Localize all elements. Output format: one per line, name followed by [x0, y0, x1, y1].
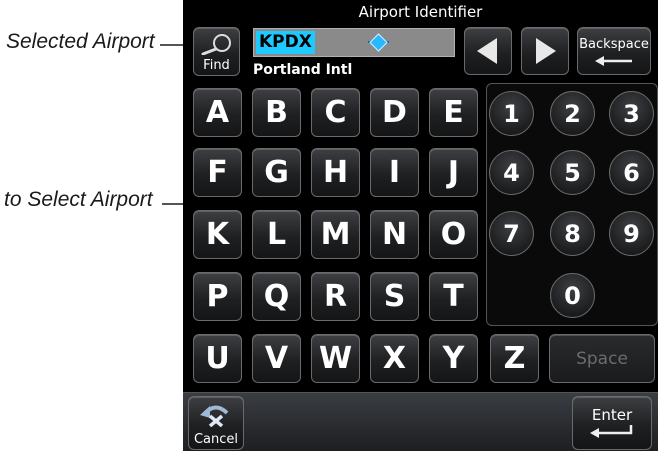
key-w[interactable]: W — [311, 334, 360, 383]
key-n[interactable]: N — [370, 210, 419, 259]
key-p[interactable]: P — [193, 272, 242, 321]
key-e[interactable]: E — [429, 88, 478, 137]
key-l[interactable]: L — [252, 210, 301, 259]
key-k[interactable]: K — [193, 210, 242, 259]
key-7[interactable]: 7 — [489, 211, 534, 256]
page-title: Airport Identifier — [358, 3, 483, 21]
backspace-arrow-icon — [595, 56, 632, 66]
callout-select-airport: to Select Airport — [4, 188, 153, 211]
key-9[interactable]: 9 — [609, 211, 654, 256]
enter-button[interactable]: Enter — [572, 396, 652, 450]
key-a[interactable]: A — [193, 88, 242, 137]
key-x[interactable]: X — [370, 334, 419, 383]
backspace-label: Backspace — [579, 37, 649, 52]
key-b[interactable]: B — [252, 88, 301, 137]
key-y[interactable]: Y — [429, 334, 478, 383]
key-1[interactable]: 1 — [489, 91, 534, 136]
cursor-icon — [369, 33, 388, 52]
key-h[interactable]: H — [311, 148, 360, 197]
key-5[interactable]: 5 — [550, 150, 595, 195]
identifier-value: KPDX — [256, 31, 315, 54]
find-label: Find — [203, 58, 230, 73]
arrow-left-icon — [477, 38, 497, 64]
cancel-label: Cancel — [193, 432, 239, 447]
undo-arrow-icon — [200, 405, 229, 427]
key-t[interactable]: T — [429, 272, 478, 321]
backspace-button[interactable]: Backspace — [577, 27, 651, 75]
key-s[interactable]: S — [370, 272, 419, 321]
key-j[interactable]: J — [429, 148, 478, 197]
key-o[interactable]: O — [429, 210, 478, 259]
enter-label: Enter — [591, 406, 633, 424]
key-d[interactable]: D — [370, 88, 419, 137]
cancel-button[interactable]: Cancel — [188, 396, 244, 450]
key-v[interactable]: V — [252, 334, 301, 383]
key-q[interactable]: Q — [252, 272, 301, 321]
airport-name: Portland Intl — [253, 62, 353, 78]
airport-identifier-screen: Airport Identifier Find KPDX Portland In… — [183, 0, 658, 451]
key-u[interactable]: U — [193, 334, 242, 383]
magnifier-icon — [201, 34, 231, 55]
space-button[interactable]: Space — [549, 334, 655, 383]
arrow-right-icon — [536, 38, 556, 64]
previous-button[interactable] — [464, 27, 512, 75]
next-button[interactable] — [521, 27, 569, 75]
identifier-field[interactable]: KPDX — [253, 28, 455, 57]
key-f[interactable]: F — [193, 148, 242, 197]
key-0[interactable]: 0 — [550, 273, 595, 318]
enter-arrow-icon — [590, 425, 633, 438]
key-4[interactable]: 4 — [489, 150, 534, 195]
callout-leader — [162, 203, 184, 205]
callout-selected-airport: Selected Airport — [6, 30, 155, 53]
key-2[interactable]: 2 — [550, 91, 595, 136]
key-m[interactable]: M — [311, 210, 360, 259]
key-g[interactable]: G — [252, 148, 301, 197]
key-6[interactable]: 6 — [609, 150, 654, 195]
key-c[interactable]: C — [311, 88, 360, 137]
key-3[interactable]: 3 — [609, 91, 654, 136]
key-z[interactable]: Z — [490, 334, 539, 383]
find-button[interactable]: Find — [193, 27, 240, 76]
key-r[interactable]: R — [311, 272, 360, 321]
key-8[interactable]: 8 — [550, 211, 595, 256]
key-i[interactable]: I — [370, 148, 419, 197]
